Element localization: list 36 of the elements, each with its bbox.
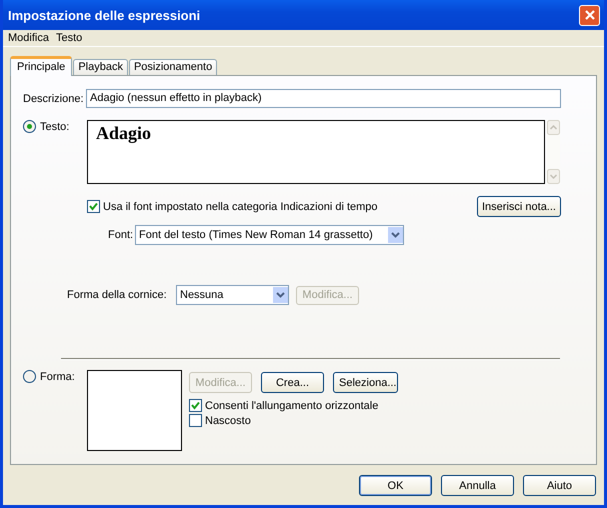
- close-icon: [584, 9, 596, 21]
- button[interactable]: Inserisci nota...: [477, 196, 561, 217]
- description-field[interactable]: Adagio (nessun effetto in playback): [86, 89, 561, 108]
- checkbox-label: Usa il font impostato nella categoria Indicazioni di tempo: [103, 200, 378, 212]
- field-label: Descrizione:: [23, 92, 85, 104]
- button[interactable]: Aiuto: [523, 475, 596, 496]
- button[interactable]: Seleziona...: [333, 372, 398, 393]
- checkbox[interactable]: [87, 200, 100, 213]
- tab[interactable]: Posizionamento: [128, 59, 218, 75]
- button[interactable]: OK: [359, 475, 432, 496]
- radio-label: Forma:: [40, 370, 75, 382]
- menu-item[interactable]: Modifica: [6, 32, 54, 44]
- checkbox-label: Consenti l'allungamento orizzontale: [205, 400, 378, 412]
- button[interactable]: Annulla: [441, 475, 514, 496]
- check-icon: [191, 401, 200, 410]
- radio-button[interactable]: [23, 370, 36, 383]
- checkbox[interactable]: [189, 414, 202, 427]
- field-label: Font:: [108, 229, 134, 241]
- radio-button[interactable]: [23, 120, 36, 133]
- tab[interactable]: Principale: [10, 56, 72, 76]
- close-button[interactable]: [579, 4, 600, 26]
- dropdown[interactable]: Nessuna: [176, 285, 289, 305]
- radio-label: Testo:: [40, 120, 70, 132]
- checkbox[interactable]: [189, 399, 202, 412]
- button[interactable]: Crea...: [261, 372, 324, 393]
- tab[interactable]: Playback: [73, 59, 128, 75]
- menu-item[interactable]: Testo: [54, 32, 88, 44]
- text-field[interactable]: Adagio: [87, 120, 545, 184]
- dropdown[interactable]: Font del testo (Times New Roman 14 grassetto): [135, 225, 404, 245]
- check-icon: [89, 202, 98, 211]
- scrollbar[interactable]: [547, 120, 560, 184]
- scroll-down-icon: [547, 169, 560, 184]
- checkbox-label: Nascosto: [205, 414, 251, 426]
- window-title: Impostazione delle espressioni: [8, 8, 200, 22]
- field-label: Forma della cornice:: [67, 289, 168, 301]
- scroll-up-icon: [547, 120, 560, 135]
